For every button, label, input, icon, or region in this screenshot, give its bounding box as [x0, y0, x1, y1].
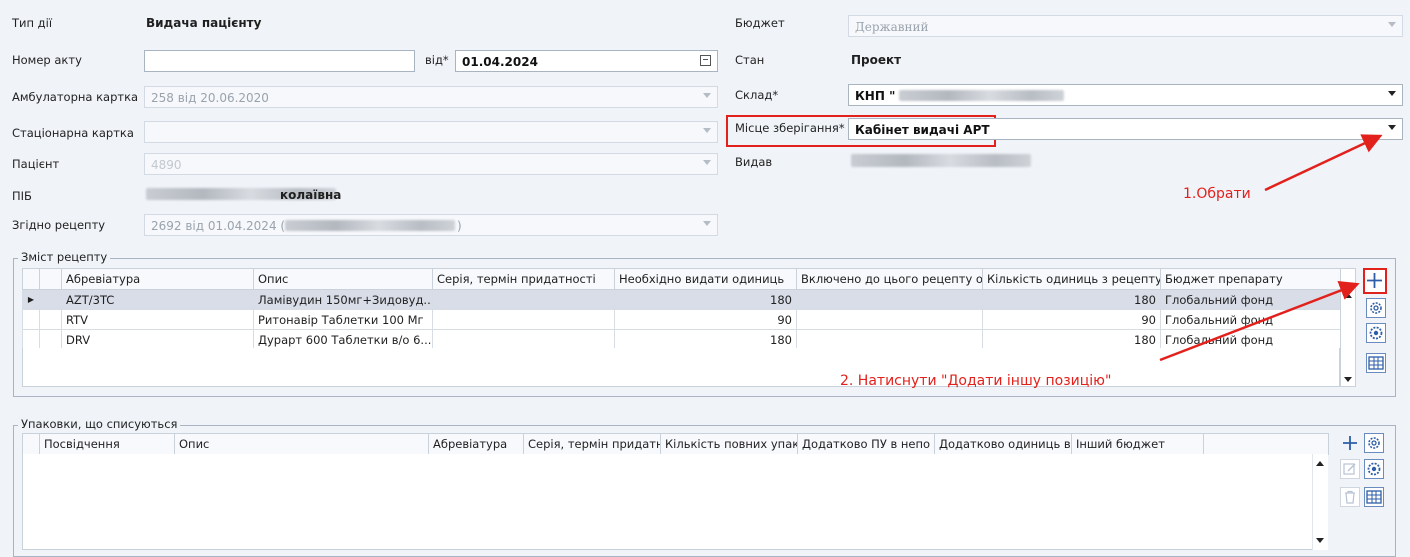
trash-icon [1345, 490, 1355, 504]
package-settings-alt-button[interactable] [1364, 459, 1384, 479]
col-extra-pu[interactable]: Додатково ПУ в непо [797, 433, 935, 455]
add-package-button[interactable] [1340, 433, 1360, 453]
package-settings-button[interactable] [1364, 433, 1384, 453]
gear-icon [1367, 462, 1381, 476]
col-extra-units[interactable]: Додатково одиниць в [934, 433, 1072, 455]
col-full-packs[interactable]: Кількість повних упак [660, 433, 798, 455]
row-indicator-header [22, 433, 40, 455]
col-other-budget[interactable]: Інший бюджет [1071, 433, 1204, 455]
col-certificate[interactable]: Посвідчення [39, 433, 175, 455]
packages-table: Посвідчення Опис Абревіатура Серія, терм… [22, 433, 1329, 455]
delete-package-button[interactable] [1340, 487, 1360, 507]
package-export-excel-button[interactable] [1364, 487, 1384, 507]
scroll-down-icon[interactable] [1316, 538, 1324, 543]
arrow-to-storage [1264, 134, 1383, 192]
col-description[interactable]: Опис [174, 433, 429, 455]
excel-icon [1366, 490, 1382, 504]
gear-icon [1368, 437, 1380, 449]
col-series[interactable]: Серія, термін придатн [523, 433, 661, 455]
packages-group-title: Упаковки, що списуються [18, 417, 181, 431]
packages-table-empty-area [22, 454, 1328, 550]
packages-scrollbar[interactable] [1312, 454, 1328, 550]
col-abbreviation[interactable]: Абревіатура [428, 433, 524, 455]
edit-icon [1343, 463, 1356, 475]
col-filler [1203, 433, 1329, 455]
arrow-to-add-button [1159, 281, 1360, 362]
edit-package-button[interactable] [1340, 459, 1360, 479]
plus-icon [1343, 436, 1357, 450]
scroll-up-icon[interactable] [1316, 461, 1324, 466]
